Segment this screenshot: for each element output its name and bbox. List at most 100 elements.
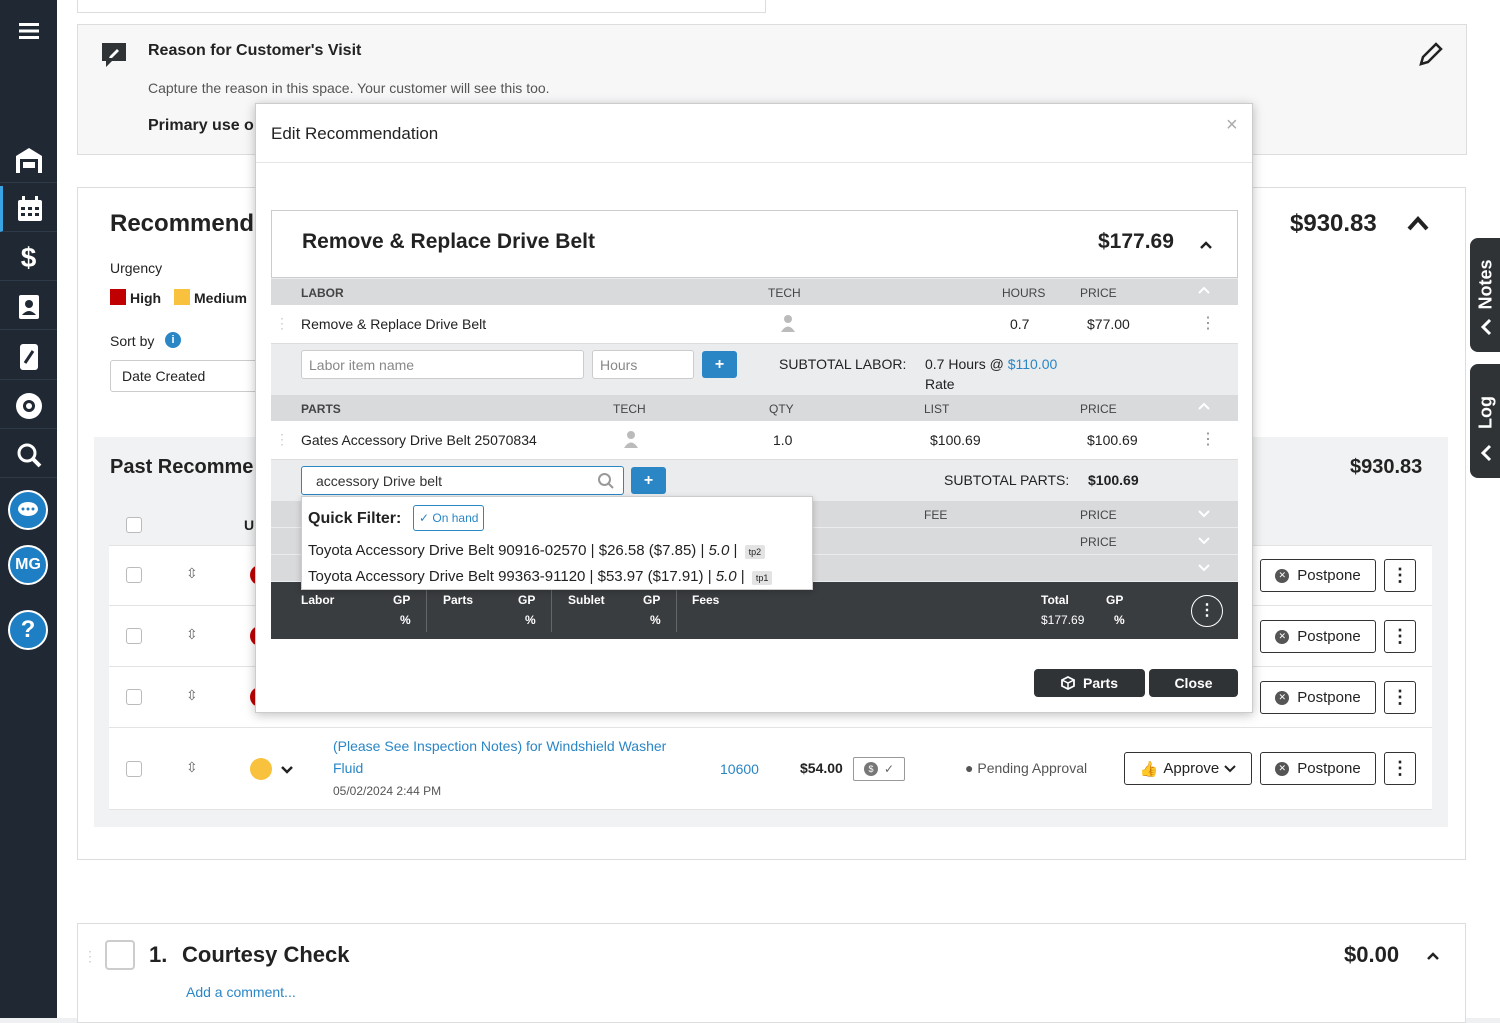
recommendations-total: $930.83 xyxy=(1290,210,1377,237)
parts-button[interactable]: Parts xyxy=(1034,669,1145,697)
close-button[interactable]: Close xyxy=(1149,669,1238,697)
more-options-icon[interactable]: ⋮ xyxy=(1200,313,1216,333)
courtesy-title: Courtesy Check xyxy=(182,942,350,967)
sidebar: $ MG ? xyxy=(0,0,57,1018)
add-part-button[interactable]: + xyxy=(631,467,666,494)
search-icon xyxy=(597,472,615,493)
notes-tab[interactable]: Notes xyxy=(1470,238,1500,352)
parts-icon[interactable] xyxy=(0,334,57,380)
postpone-button[interactable]: ✕ Postpone xyxy=(1260,559,1376,592)
postpone-button[interactable]: ✕ Postpone xyxy=(1260,620,1376,653)
urgency-medium-label: Medium xyxy=(194,290,247,306)
search-result-item[interactable]: Toyota Accessory Drive Belt 90916-02570 … xyxy=(308,542,766,559)
drag-handle-icon[interactable]: ⋮ xyxy=(275,315,289,332)
tech-person-icon[interactable] xyxy=(623,430,639,451)
postpone-label: Postpone xyxy=(1297,689,1361,706)
search-icon[interactable] xyxy=(0,432,57,478)
tire-icon[interactable] xyxy=(0,383,57,429)
labor-col-name: LABOR xyxy=(301,286,344,300)
summary-bar: Labor GP % Parts GP % Sublet GP % Fees T… xyxy=(271,582,1238,639)
calendar-icon[interactable] xyxy=(0,186,57,232)
log-tab-label: Log xyxy=(1475,396,1496,429)
avatar[interactable]: MG xyxy=(8,545,48,585)
summary-divider xyxy=(426,588,427,632)
row-checkbox[interactable] xyxy=(126,761,142,777)
chevron-up-icon[interactable] xyxy=(1198,284,1210,298)
drag-handle-icon[interactable]: ⇳ xyxy=(186,626,198,643)
row-checkbox[interactable] xyxy=(126,628,142,644)
sublet-col-price: PRICE xyxy=(1080,535,1117,549)
row-checkbox[interactable] xyxy=(126,689,142,705)
fees-col-fee: FEE xyxy=(924,508,948,522)
urgency-label: Urgency xyxy=(110,260,163,276)
chevron-up-icon[interactable] xyxy=(1198,400,1210,414)
search-result-item[interactable]: Toyota Accessory Drive Belt 99363-91120 … xyxy=(308,568,773,585)
approve-button[interactable]: 👍 Approve xyxy=(1124,752,1252,785)
urgency-high-swatch[interactable] xyxy=(110,289,126,305)
thumbs-up-icon: 👍 xyxy=(1139,760,1159,778)
garage-icon[interactable] xyxy=(0,137,57,183)
more-options-button[interactable]: ⋮ xyxy=(1384,752,1416,785)
chevron-up-icon[interactable] xyxy=(1406,214,1430,237)
more-options-button[interactable]: ⋮ xyxy=(1384,559,1416,592)
status-badge: ● Pending Approval xyxy=(965,760,1088,776)
add-labor-button[interactable]: + xyxy=(702,351,737,378)
row-checkbox[interactable] xyxy=(126,567,142,583)
tech-person-icon[interactable] xyxy=(780,314,796,335)
postpone-button[interactable]: ✕ Postpone xyxy=(1260,752,1376,785)
job-header: Remove & Replace Drive Belt $177.69 xyxy=(271,210,1238,278)
sort-label: Sort by xyxy=(110,333,155,349)
drag-handle-icon[interactable]: ⇳ xyxy=(186,759,198,776)
chevron-down-icon[interactable] xyxy=(1198,535,1210,549)
past-recommendations-title: Past Recomme xyxy=(110,456,254,478)
chat-icon[interactable] xyxy=(8,490,48,530)
urgency-medium-dot[interactable] xyxy=(250,758,272,780)
more-options-icon[interactable]: ⋮ xyxy=(1200,429,1216,449)
dollar-icon[interactable]: $ xyxy=(0,235,57,281)
postpone-button[interactable]: ✕ Postpone xyxy=(1260,681,1376,714)
modal-close-icon[interactable]: × xyxy=(1226,114,1238,137)
urgency-medium-swatch[interactable] xyxy=(174,289,190,305)
drag-handle-icon[interactable]: ⋮ xyxy=(275,431,289,448)
chevron-up-icon[interactable] xyxy=(1200,237,1212,255)
modal-divider xyxy=(256,162,1252,163)
summary-pct: % xyxy=(650,613,661,627)
contacts-icon[interactable] xyxy=(0,284,57,330)
ro-number-link[interactable]: 10600 xyxy=(720,761,759,777)
labor-header: LABOR TECH HOURS PRICE xyxy=(271,279,1238,305)
menu-icon[interactable] xyxy=(0,8,57,54)
parts-col-name: PARTS xyxy=(301,402,341,416)
labor-rate-link[interactable]: $110.00 xyxy=(1008,356,1058,372)
more-options-button[interactable]: ⋮ xyxy=(1384,681,1416,714)
chevron-down-icon[interactable] xyxy=(1198,562,1210,576)
price-approved-toggle[interactable]: $ ✓ xyxy=(853,757,905,781)
summary-pct: % xyxy=(1114,613,1125,627)
chevron-left-icon xyxy=(1480,444,1492,467)
past-recommendations-total: $930.83 xyxy=(1350,456,1423,478)
recommendation-link[interactable]: (Please See Inspection Notes) for Windsh… xyxy=(333,738,666,754)
chevron-down-icon[interactable] xyxy=(281,762,293,780)
part-search-input[interactable]: accessory Drive belt xyxy=(301,466,624,495)
summary-more-icon[interactable]: ⋮ xyxy=(1191,595,1223,627)
more-options-button[interactable]: ⋮ xyxy=(1384,620,1416,653)
labor-name-input[interactable]: Labor item name xyxy=(301,350,584,379)
recommendation-link-continued[interactable]: Fluid xyxy=(333,760,363,776)
on-hand-filter-chip[interactable]: ✓ On hand xyxy=(413,505,485,531)
help-icon[interactable]: ? xyxy=(8,610,48,650)
summary-parts: Parts xyxy=(443,593,474,607)
pencil-icon[interactable] xyxy=(1418,41,1444,72)
labor-hours-input[interactable]: Hours xyxy=(592,350,694,379)
chevron-up-icon[interactable] xyxy=(1426,949,1440,967)
courtesy-checkbox[interactable] xyxy=(105,940,135,970)
summary-pct: % xyxy=(400,613,411,627)
info-icon[interactable]: i xyxy=(165,332,181,348)
drag-handle-icon[interactable]: ⇳ xyxy=(186,687,198,704)
log-tab[interactable]: Log xyxy=(1470,364,1500,478)
add-comment-link[interactable]: Add a comment... xyxy=(186,984,296,1000)
drag-handle-icon[interactable]: ⇳ xyxy=(186,565,198,582)
sort-select[interactable]: Date Created xyxy=(110,360,270,392)
select-all-checkbox[interactable] xyxy=(126,517,142,533)
chevron-down-icon[interactable] xyxy=(1198,508,1210,522)
summary-total-label: Total xyxy=(1041,593,1069,607)
drag-handle-icon[interactable]: ⋮ xyxy=(83,948,97,965)
